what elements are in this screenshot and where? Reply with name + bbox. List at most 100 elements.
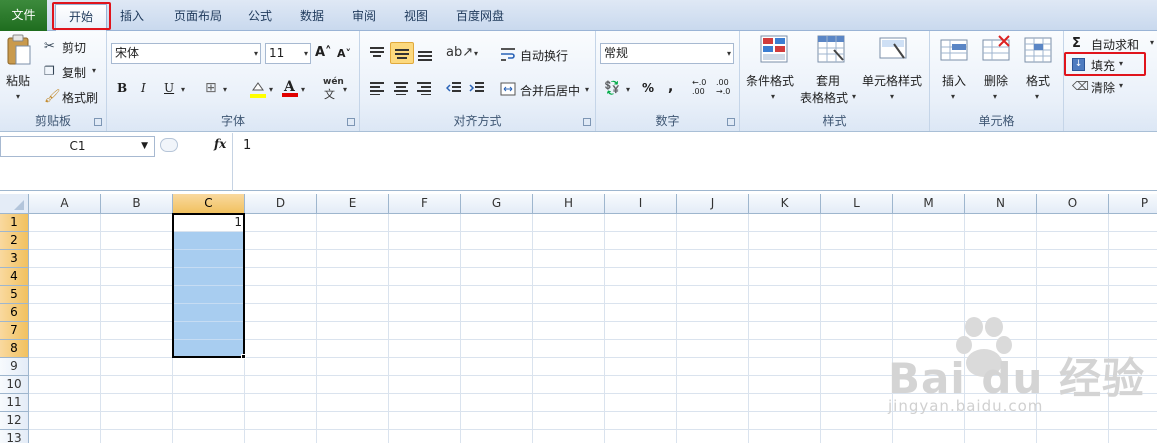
cell-i8[interactable] <box>605 340 677 358</box>
cell-m1[interactable] <box>893 214 965 232</box>
tab-review[interactable]: 审阅 <box>344 4 384 31</box>
currency-icon[interactable]: 💱 <box>604 81 620 96</box>
column-header-p[interactable]: P <box>1109 194 1157 214</box>
row-header-8[interactable]: 8 <box>0 340 29 358</box>
cell-j13[interactable] <box>677 430 749 443</box>
cell-a11[interactable] <box>29 394 101 412</box>
cell-j7[interactable] <box>677 322 749 340</box>
paste-button[interactable]: 粘贴 ▾ <box>4 34 34 104</box>
align-top-icon[interactable] <box>369 45 385 62</box>
cell-d9[interactable] <box>245 358 317 376</box>
row-header-10[interactable]: 10 <box>0 376 29 394</box>
cell-h5[interactable] <box>533 286 605 304</box>
font-color-icon[interactable]: A <box>281 78 299 101</box>
cell-g1[interactable] <box>461 214 533 232</box>
cell-a3[interactable] <box>29 250 101 268</box>
cell-c11[interactable] <box>173 394 245 412</box>
grow-font-icon[interactable]: A˄ <box>315 45 332 60</box>
row-header-3[interactable]: 3 <box>0 250 29 268</box>
column-header-f[interactable]: F <box>389 194 461 214</box>
bold-button[interactable]: B <box>117 81 127 95</box>
row-header-13[interactable]: 13 <box>0 430 29 443</box>
align-bottom-icon[interactable] <box>417 45 433 64</box>
orientation-icon[interactable]: ab↗ <box>446 45 473 60</box>
shrink-font-icon[interactable]: A˅ <box>337 47 351 60</box>
cell-k7[interactable] <box>749 322 821 340</box>
cell-p5[interactable] <box>1109 286 1157 304</box>
alignment-launcher-icon[interactable] <box>583 118 591 126</box>
cell-f5[interactable] <box>389 286 461 304</box>
delete-cells-button[interactable]: 删除 ▾ <box>976 34 1016 106</box>
insert-cells-button[interactable]: 插入 ▾ <box>934 34 974 106</box>
cell-b11[interactable] <box>101 394 173 412</box>
cell-m5[interactable] <box>893 286 965 304</box>
cell-d12[interactable] <box>245 412 317 430</box>
conditional-formatting-button[interactable]: 条件格式 ▾ <box>744 34 804 106</box>
currency-dropdown-icon[interactable]: ▾ <box>626 85 630 94</box>
cell-f6[interactable] <box>389 304 461 322</box>
cell-b6[interactable] <box>101 304 173 322</box>
cell-j2[interactable] <box>677 232 749 250</box>
cell-n1[interactable] <box>965 214 1037 232</box>
row-header-1[interactable]: 1 <box>0 214 29 232</box>
cell-b8[interactable] <box>101 340 173 358</box>
format-as-table-button[interactable]: 套用 表格格式 ▾ <box>800 34 860 106</box>
cell-b13[interactable] <box>101 430 173 443</box>
cell-d2[interactable] <box>245 232 317 250</box>
cell-h7[interactable] <box>533 322 605 340</box>
cell-g12[interactable] <box>461 412 533 430</box>
underline-button[interactable]: U <box>164 81 174 95</box>
cell-i12[interactable] <box>605 412 677 430</box>
cell-h4[interactable] <box>533 268 605 286</box>
cell-g11[interactable] <box>461 394 533 412</box>
cell-a8[interactable] <box>29 340 101 358</box>
borders-dropdown-icon[interactable]: ▾ <box>223 85 227 94</box>
font-name-select[interactable]: 宋体 ▾ <box>111 43 261 64</box>
cell-h10[interactable] <box>533 376 605 394</box>
cell-g13[interactable] <box>461 430 533 443</box>
comma-button[interactable]: , <box>668 79 673 95</box>
tab-view[interactable]: 视图 <box>396 4 436 31</box>
cell-p13[interactable] <box>1109 430 1157 443</box>
cell-i4[interactable] <box>605 268 677 286</box>
column-header-h[interactable]: H <box>533 194 605 214</box>
row-header-2[interactable]: 2 <box>0 232 29 250</box>
cell-i1[interactable] <box>605 214 677 232</box>
cell-o3[interactable] <box>1037 250 1109 268</box>
cell-h11[interactable] <box>533 394 605 412</box>
cell-e2[interactable] <box>317 232 389 250</box>
cell-f8[interactable] <box>389 340 461 358</box>
cell-p2[interactable] <box>1109 232 1157 250</box>
cell-m2[interactable] <box>893 232 965 250</box>
cell-n3[interactable] <box>965 250 1037 268</box>
tab-baidu-netdisk[interactable]: 百度网盘 <box>448 4 512 31</box>
autosum-button[interactable]: Σ 自动求和 ▾ <box>1072 34 1156 53</box>
cell-d10[interactable] <box>245 376 317 394</box>
cell-i5[interactable] <box>605 286 677 304</box>
clear-button[interactable]: ⌫ 清除 ▾ <box>1072 77 1142 95</box>
column-header-c[interactable]: C <box>173 194 245 214</box>
column-header-j[interactable]: J <box>677 194 749 214</box>
name-box-dropdown-icon[interactable]: ▼ <box>141 137 148 156</box>
column-header-o[interactable]: O <box>1037 194 1109 214</box>
cell-h2[interactable] <box>533 232 605 250</box>
cell-f13[interactable] <box>389 430 461 443</box>
cell-styles-button[interactable]: 单元格样式 ▾ <box>860 34 926 106</box>
row-header-5[interactable]: 5 <box>0 286 29 304</box>
phonetic-dropdown-icon[interactable]: ▾ <box>343 85 347 94</box>
cell-j8[interactable] <box>677 340 749 358</box>
name-box[interactable]: C1 ▼ <box>0 136 155 157</box>
column-header-i[interactable]: I <box>605 194 677 214</box>
cell-a5[interactable] <box>29 286 101 304</box>
cell-g9[interactable] <box>461 358 533 376</box>
cell-c7[interactable] <box>173 322 245 340</box>
cell-a6[interactable] <box>29 304 101 322</box>
format-cells-button[interactable]: 格式 ▾ <box>1018 34 1058 106</box>
row-header-4[interactable]: 4 <box>0 268 29 286</box>
cell-h3[interactable] <box>533 250 605 268</box>
cell-f3[interactable] <box>389 250 461 268</box>
cell-m3[interactable] <box>893 250 965 268</box>
cell-j9[interactable] <box>677 358 749 376</box>
copy-dropdown-icon[interactable]: ▾ <box>92 66 96 75</box>
cell-m4[interactable] <box>893 268 965 286</box>
